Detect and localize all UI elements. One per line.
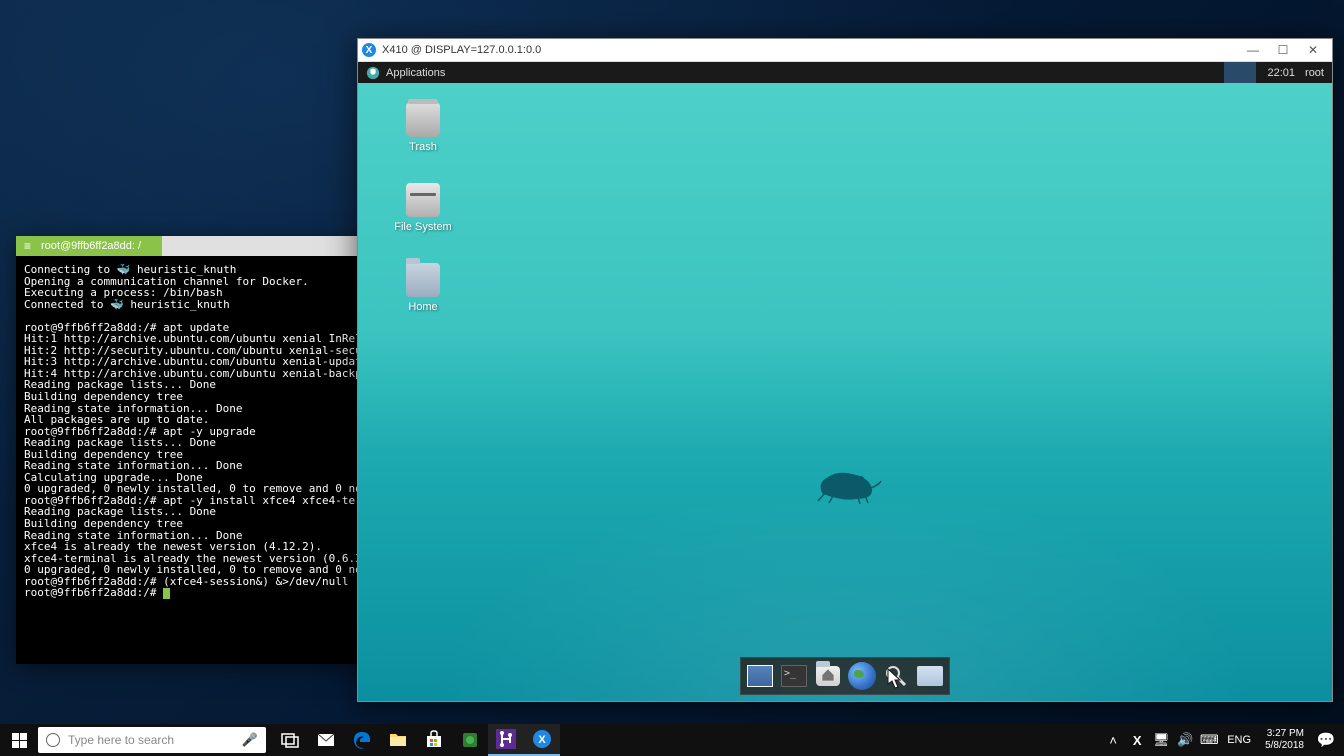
cursor-icon	[887, 668, 903, 690]
taskbar-edge[interactable]	[344, 724, 380, 756]
tray-language[interactable]: ENG	[1221, 734, 1257, 746]
maximize-button[interactable]: ☐	[1268, 43, 1298, 57]
xfce-desktop[interactable]: Trash File System Home >_	[358, 83, 1332, 701]
desktop-icon-trash[interactable]: Trash	[388, 103, 458, 153]
desktop-icon-home[interactable]: Home	[388, 263, 458, 313]
trash-icon	[406, 103, 440, 137]
terminal-tab-title: root@9ffb6ff2a8dd: /	[41, 240, 141, 252]
drive-icon	[406, 183, 440, 217]
dock-show-desktop[interactable]	[745, 662, 775, 690]
x410-icon: X	[362, 43, 376, 57]
magnifier-icon	[884, 664, 908, 688]
taskbar-x410[interactable]: X	[524, 724, 560, 756]
folder-icon	[406, 263, 440, 297]
panel-user[interactable]: root	[1305, 67, 1324, 79]
tray-monitor-icon[interactable]: 🖥	[1149, 732, 1173, 748]
taskbar-security[interactable]	[452, 724, 488, 756]
xfce-logo-icon	[366, 66, 380, 80]
tray-time: 3:27 PM	[1265, 728, 1304, 740]
tray-keyboard-icon[interactable]: ⌨	[1197, 732, 1221, 748]
trash-label: Trash	[388, 141, 458, 153]
applications-label: Applications	[386, 67, 445, 79]
home-label: Home	[388, 301, 458, 313]
action-center-icon[interactable]: 💬	[1312, 731, 1340, 749]
cortana-icon	[46, 733, 60, 747]
workspace-switcher[interactable]	[1224, 62, 1256, 83]
minimize-button[interactable]: —	[1238, 43, 1268, 57]
dock-folder[interactable]	[915, 662, 945, 690]
hamburger-icon[interactable]: ≡	[24, 239, 31, 253]
tray-volume-icon[interactable]: 🔊	[1173, 732, 1197, 748]
taskbar-gitextensions[interactable]	[488, 724, 524, 756]
xfce-top-panel[interactable]: Applications 22:01 root	[358, 62, 1332, 83]
dock-web-browser[interactable]	[847, 662, 877, 690]
taskbar-store[interactable]	[416, 724, 452, 756]
tray-date: 5/8/2018	[1265, 740, 1304, 752]
windows-taskbar[interactable]: Type here to search 🎤 X ˄ X 🖥 🔊 ⌨ ENG 3:…	[0, 724, 1344, 756]
task-view-button[interactable]	[272, 724, 308, 756]
taskbar-mail[interactable]	[308, 724, 344, 756]
dock-app-finder[interactable]	[881, 662, 911, 690]
start-button[interactable]	[0, 724, 38, 756]
system-tray[interactable]: ˄ X 🖥 🔊 ⌨ ENG 3:27 PM 5/8/2018 💬	[1101, 728, 1344, 752]
windows-logo-icon	[12, 733, 27, 748]
panel-clock[interactable]: 22:01	[1268, 67, 1296, 79]
dock-terminal[interactable]: >_	[779, 662, 809, 690]
dock-file-manager[interactable]	[813, 662, 843, 690]
x410-window[interactable]: X X410 @ DISPLAY=127.0.0.1:0.0 — ☐ ✕ App…	[357, 38, 1333, 702]
desktop-icon-filesystem[interactable]: File System	[388, 183, 458, 233]
xfce-dock[interactable]: >_	[740, 657, 950, 695]
tray-chevron-icon[interactable]: ˄	[1101, 733, 1125, 748]
tray-clock[interactable]: 3:27 PM 5/8/2018	[1257, 728, 1312, 752]
filesystem-label: File System	[388, 221, 458, 233]
search-placeholder: Type here to search	[68, 733, 174, 747]
search-input[interactable]: Type here to search 🎤	[38, 727, 266, 753]
svg-text:X: X	[538, 734, 546, 746]
close-button[interactable]: ✕	[1298, 43, 1328, 57]
taskbar-file-explorer[interactable]	[380, 724, 416, 756]
x410-titlebar[interactable]: X X410 @ DISPLAY=127.0.0.1:0.0 — ☐ ✕	[358, 39, 1332, 62]
tray-x-icon[interactable]: X	[1125, 733, 1149, 748]
mic-icon[interactable]: 🎤	[242, 732, 258, 748]
applications-menu[interactable]: Applications	[366, 66, 445, 80]
xfce-mouse-wallpaper	[813, 463, 883, 505]
home-icon	[821, 668, 835, 682]
x410-title: X410 @ DISPLAY=127.0.0.1:0.0	[382, 44, 1238, 56]
